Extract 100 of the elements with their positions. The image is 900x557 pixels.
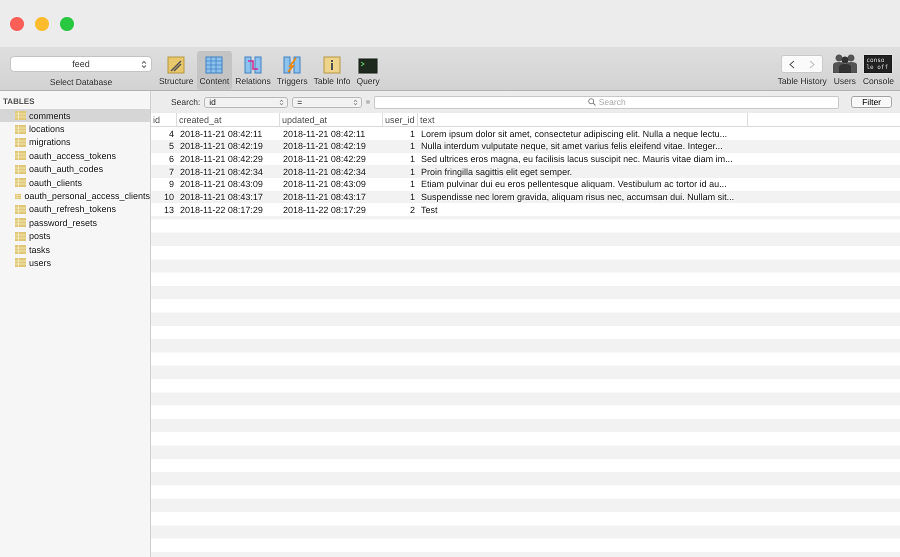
column-header[interactable]: id — [151, 113, 177, 126]
zoom-button[interactable] — [60, 16, 74, 30]
table-cell-text: 2018-11-22 08:17:29 — [179, 204, 264, 216]
table-name: users — [29, 258, 52, 268]
table-list-item[interactable]: oauth_personal_access_clients — [0, 189, 150, 203]
table-name: migrations — [29, 137, 71, 148]
grid-icon — [205, 56, 224, 74]
table-icon — [15, 124, 26, 134]
table-cell-text: 2018-11-21 08:43:17 — [282, 191, 367, 204]
chevron-right-icon — [809, 60, 816, 68]
table-cell-text: 6 — [168, 153, 175, 166]
toolbar-tab[interactable]: Content — [196, 51, 232, 90]
table-cell-text: 13 — [162, 204, 175, 216]
chevron-left-icon — [789, 60, 796, 68]
column-select[interactable]: id — [204, 96, 288, 108]
caret-icon — [279, 98, 284, 106]
table-icon — [15, 192, 22, 201]
table-cell-text: 4 — [168, 128, 175, 140]
table-icon — [15, 138, 26, 147]
search-icon — [588, 98, 596, 106]
sidebar-heading: TABLES — [2, 96, 36, 108]
table-name: password_resets — [29, 218, 98, 228]
table-list-item[interactable]: posts — [0, 230, 150, 243]
table-cell-text: 2018-11-21 08:42:29 — [179, 153, 264, 166]
table-cell-text: 2018-11-21 08:42:29 — [282, 153, 367, 166]
table-list-item[interactable]: oauth_auth_codes — [0, 162, 150, 176]
caret-icon — [141, 60, 147, 69]
database-label: Select Database — [50, 77, 112, 87]
table-cell-text: Etiam pulvinar dui eu eros pellentesque aliquam. Vestibulum ac tortor id au... — [420, 178, 728, 191]
users-button[interactable]: Users — [834, 76, 856, 86]
table-cell-text: 1 — [408, 178, 416, 191]
operator-select[interactable]: = — [292, 96, 362, 108]
column-header[interactable]: user_id — [383, 113, 418, 126]
users-icon — [832, 53, 857, 73]
table-cell-text: 2018-11-22 08:17:29 — [282, 204, 367, 216]
table-cell-text: Test — [420, 204, 439, 216]
table-cell-text: 1 — [408, 166, 416, 178]
table-list-item[interactable]: locations — [0, 122, 150, 136]
table-name: comments — [29, 110, 71, 121]
table-cell-text: Lorem ipsum dolor sit amet, consectetur adipiscing elit. Nulla a neque lectu... — [420, 128, 728, 140]
toolbar-tab[interactable]: Query — [353, 51, 383, 90]
table-cell-text: 2018-11-21 08:42:11 — [179, 128, 264, 140]
table-cell-text: 2018-11-21 08:42:19 — [282, 140, 367, 153]
status-dot — [366, 100, 370, 104]
table-cell-text: Nulla interdum vulputate neque, sit amet varius felis eleifend vitae. Integer... — [420, 140, 724, 153]
column-header[interactable]: updated_at — [280, 113, 383, 126]
column-header[interactable]: text — [418, 113, 748, 126]
table-icon — [15, 164, 26, 174]
table-list-item[interactable]: comments — [0, 109, 150, 122]
table-cell-text: 2018-11-21 08:42:34 — [282, 166, 367, 178]
table-cell-text: 2018-11-21 08:43:09 — [179, 178, 264, 191]
table-icon — [15, 258, 26, 268]
table-cell-text: 1 — [408, 140, 416, 153]
table-cell-text: 7 — [168, 166, 175, 178]
table-cell-text: Suspendisse nec lorem gravida, aliquam risus nec, accumsan dui. Nullam sit... — [420, 191, 736, 204]
info-icon — [323, 56, 342, 74]
table-cell-text: 2018-11-21 08:43:17 — [179, 191, 264, 204]
table-cell-text: 2018-11-21 08:42:34 — [179, 166, 264, 178]
table-list-item[interactable]: oauth_access_tokens — [0, 149, 150, 163]
toolbar-tab[interactable]: Table Info — [310, 51, 354, 90]
table-cell-text: 9 — [168, 178, 175, 191]
table-icon — [15, 232, 26, 241]
table-icon — [15, 245, 26, 254]
table-name: oauth_clients — [29, 178, 82, 188]
terminal-icon — [358, 58, 378, 74]
table-list-item[interactable]: password_resets — [0, 216, 150, 230]
lightning-icon — [283, 56, 302, 74]
table-name: oauth_access_tokens — [29, 150, 116, 161]
table-list-item[interactable]: users — [0, 256, 150, 270]
toolbar-tab[interactable]: Structure — [156, 51, 196, 90]
table-cell-text: 1 — [408, 128, 416, 140]
table-cell-text: Sed ultrices eros magna, eu facilisis lacus suscipit nec. Mauris vitae diam im... — [420, 153, 734, 166]
table-list-item[interactable]: oauth_clients — [0, 176, 150, 190]
toolbar-tab[interactable]: Triggers — [274, 51, 311, 90]
caret-icon — [353, 98, 358, 106]
table-icon — [15, 178, 26, 188]
table-list-item[interactable]: tasks — [0, 242, 150, 256]
table-cell-text: 1 — [408, 153, 416, 166]
close-button[interactable] — [10, 16, 24, 30]
table-name: tasks — [29, 244, 50, 255]
table-cell-text: 2018-11-21 08:43:09 — [282, 178, 367, 191]
table-list-item[interactable]: oauth_refresh_tokens — [0, 202, 150, 216]
minimize-button[interactable] — [35, 16, 49, 30]
table-cell-text: 1 — [408, 191, 416, 204]
console-button[interactable]: Console — [862, 76, 894, 86]
database-select[interactable]: feed — [10, 56, 152, 72]
table-cell-text: 2 — [408, 204, 416, 216]
column-header[interactable]: created_at — [177, 113, 280, 126]
table-icon — [15, 111, 26, 120]
table-icon — [15, 218, 26, 228]
table-ruler-icon — [167, 56, 186, 74]
history-label: Table History — [778, 76, 827, 86]
table-cell-text: 2018-11-21 08:42:19 — [179, 140, 264, 153]
toolbar-tab[interactable]: Relations — [232, 51, 274, 90]
table-list-item[interactable]: migrations — [0, 136, 150, 150]
table-name: locations — [29, 124, 65, 134]
table-cell-text: 10 — [162, 191, 175, 204]
relations-icon — [244, 56, 262, 74]
filter-button[interactable]: Filter — [851, 96, 892, 108]
table-cell-text: Proin fringilla sagittis elit eget semper. — [420, 166, 574, 178]
